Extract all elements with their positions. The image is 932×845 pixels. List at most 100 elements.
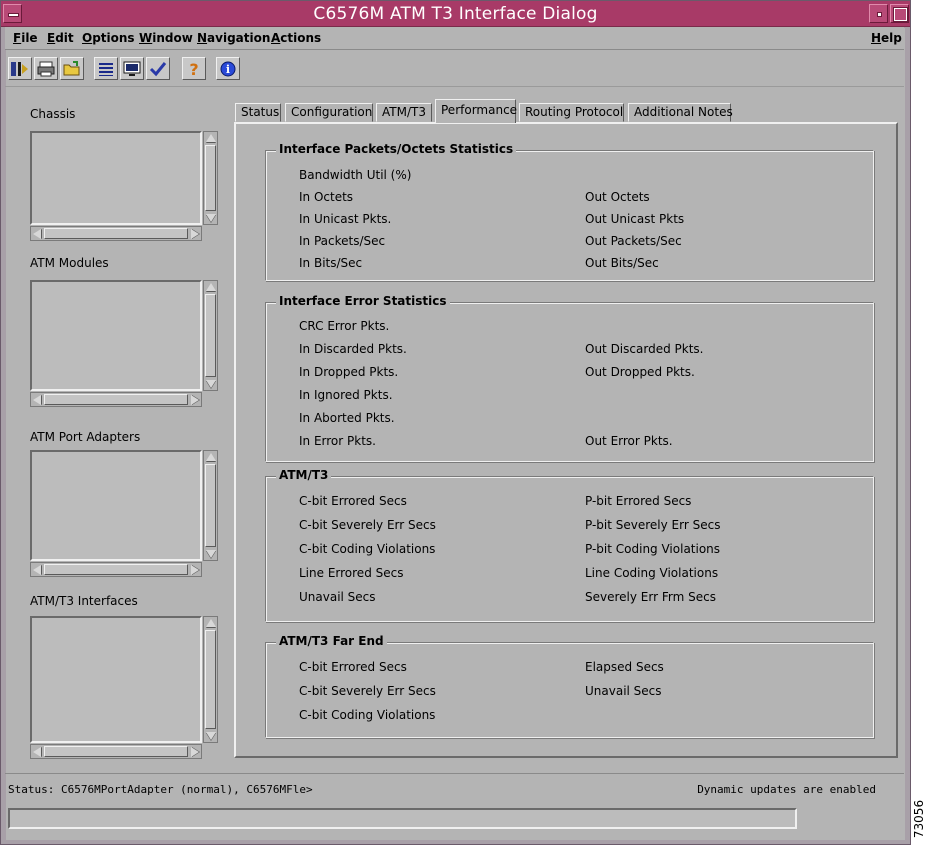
checkmark-icon[interactable] bbox=[146, 57, 170, 80]
scroll-left-icon[interactable] bbox=[33, 747, 41, 757]
svg-text:?: ? bbox=[189, 60, 198, 78]
scroll-up-icon[interactable] bbox=[206, 453, 216, 461]
stat-label: Out Dropped Pkts. bbox=[585, 365, 695, 379]
atm-port-adapters-list[interactable] bbox=[30, 450, 218, 577]
printer-icon[interactable] bbox=[34, 57, 58, 80]
dialog-content: File Edit Options Window Navigation Acti… bbox=[5, 0, 904, 845]
open-folder-icon[interactable] bbox=[60, 57, 84, 80]
stat-label: P-bit Severely Err Secs bbox=[585, 518, 721, 532]
atm-t3-group: ATM/T3 C-bit Errored Secs P-bit Errored … bbox=[265, 468, 874, 622]
atm-modules-label: ATM Modules bbox=[30, 256, 109, 270]
tab-performance[interactable]: Performance bbox=[435, 99, 517, 123]
stat-label: Line Errored Secs bbox=[299, 566, 404, 580]
stat-label: In Dropped Pkts. bbox=[299, 365, 399, 379]
scrollbar-thumb[interactable] bbox=[44, 564, 188, 575]
scroll-left-icon[interactable] bbox=[33, 229, 41, 239]
scroll-right-icon[interactable] bbox=[191, 395, 199, 405]
info-icon[interactable]: i bbox=[216, 57, 240, 80]
chassis-label: Chassis bbox=[30, 107, 76, 121]
vertical-scrollbar[interactable] bbox=[203, 616, 218, 743]
stat-label: C-bit Coding Violations bbox=[299, 708, 436, 722]
group-title: Interface Error Statistics bbox=[276, 294, 450, 308]
stat-label: In Bits/Sec bbox=[299, 256, 363, 270]
stat-label: Out Bits/Sec bbox=[585, 256, 659, 270]
stat-label: CRC Error Pkts. bbox=[299, 319, 390, 333]
scrollbar-thumb[interactable] bbox=[205, 464, 216, 547]
horizontal-scrollbar[interactable] bbox=[30, 226, 202, 241]
chassis-list-area[interactable] bbox=[30, 131, 202, 225]
atm-port-adapters-label: ATM Port Adapters bbox=[30, 430, 141, 444]
scroll-down-icon[interactable] bbox=[206, 732, 216, 740]
scrollbar-thumb[interactable] bbox=[205, 145, 216, 211]
menu-options[interactable]: Options bbox=[82, 31, 135, 45]
stat-label: Unavail Secs bbox=[585, 684, 662, 698]
vertical-scrollbar[interactable] bbox=[203, 450, 218, 561]
stat-label: Out Error Pkts. bbox=[585, 434, 673, 448]
scroll-right-icon[interactable] bbox=[191, 747, 199, 757]
menu-edit[interactable]: Edit bbox=[47, 31, 74, 45]
menu-file[interactable]: File bbox=[13, 31, 38, 45]
scrollbar-thumb[interactable] bbox=[44, 746, 188, 757]
stat-label: P-bit Errored Secs bbox=[585, 494, 692, 508]
stat-label: C-bit Severely Err Secs bbox=[299, 518, 436, 532]
atm-modules-list[interactable] bbox=[30, 280, 218, 407]
scroll-left-icon[interactable] bbox=[33, 395, 41, 405]
menu-navigation[interactable]: Navigation bbox=[197, 31, 270, 45]
scroll-left-icon[interactable] bbox=[33, 565, 41, 575]
group-title: ATM/T3 bbox=[276, 468, 332, 482]
stat-label: Severely Err Frm Secs bbox=[585, 590, 716, 604]
scrollbar-thumb[interactable] bbox=[44, 394, 188, 405]
tab-configuration[interactable]: Configuration bbox=[285, 103, 373, 122]
scroll-down-icon[interactable] bbox=[206, 550, 216, 558]
stat-label: Out Packets/Sec bbox=[585, 234, 682, 248]
menu-help[interactable]: Help bbox=[871, 31, 902, 45]
stat-label: C-bit Errored Secs bbox=[299, 660, 407, 674]
scroll-up-icon[interactable] bbox=[206, 134, 216, 142]
tab-status[interactable]: Status bbox=[235, 103, 281, 122]
help-icon[interactable]: ? bbox=[182, 57, 206, 80]
atm-t3-interfaces-list[interactable] bbox=[30, 616, 218, 759]
scroll-right-icon[interactable] bbox=[191, 565, 199, 575]
scroll-right-icon[interactable] bbox=[191, 229, 199, 239]
tab-atm-t3[interactable]: ATM/T3 bbox=[376, 103, 432, 122]
vertical-scrollbar[interactable] bbox=[203, 131, 218, 225]
menu-bar: File Edit Options Window Navigation Acti… bbox=[5, 27, 904, 50]
horizontal-scrollbar[interactable] bbox=[30, 392, 202, 407]
message-field bbox=[8, 808, 797, 829]
scrollbar-thumb[interactable] bbox=[205, 294, 216, 377]
scroll-up-icon[interactable] bbox=[206, 619, 216, 627]
menu-actions[interactable]: Actions bbox=[271, 31, 321, 45]
scroll-up-icon[interactable] bbox=[206, 283, 216, 291]
stat-label: Bandwidth Util (%) bbox=[299, 168, 412, 182]
scrollbar-thumb[interactable] bbox=[205, 630, 216, 729]
vertical-scrollbar[interactable] bbox=[203, 280, 218, 391]
stat-label: Out Octets bbox=[585, 190, 650, 204]
stat-label: In Error Pkts. bbox=[299, 434, 376, 448]
scrollbar-thumb[interactable] bbox=[44, 228, 188, 239]
group-title: Interface Packets/Octets Statistics bbox=[276, 142, 517, 156]
horizontal-scrollbar[interactable] bbox=[30, 562, 202, 577]
status-bar: Status: C6576MPortAdapter (normal), C657… bbox=[5, 773, 904, 834]
updates-status: Dynamic updates are enabled bbox=[697, 783, 876, 796]
atm-port-adapters-list-area[interactable] bbox=[30, 450, 202, 561]
horizontal-scrollbar[interactable] bbox=[30, 744, 202, 759]
list-icon[interactable] bbox=[94, 57, 118, 80]
atm-modules-list-area[interactable] bbox=[30, 280, 202, 391]
stat-label: In Octets bbox=[299, 190, 354, 204]
stat-label: C-bit Severely Err Secs bbox=[299, 684, 436, 698]
toolbar: ? i bbox=[5, 51, 904, 87]
device-icon[interactable] bbox=[8, 57, 32, 80]
tab-additional-notes[interactable]: Additional Notes bbox=[628, 103, 733, 122]
tab-routing-protocol[interactable]: Routing Protocol bbox=[519, 103, 624, 122]
scroll-down-icon[interactable] bbox=[206, 380, 216, 388]
status-text: Status: C6576MPortAdapter (normal), C657… bbox=[8, 783, 313, 796]
menu-window[interactable]: Window bbox=[139, 31, 193, 45]
atm-t3-interfaces-list-area[interactable] bbox=[30, 616, 202, 743]
performance-panel: Interface Packets/Octets Statistics Band… bbox=[234, 122, 898, 758]
monitor-icon[interactable] bbox=[120, 57, 144, 80]
stat-label: Out Discarded Pkts. bbox=[585, 342, 704, 356]
scroll-down-icon[interactable] bbox=[206, 214, 216, 222]
chassis-list[interactable] bbox=[30, 131, 218, 241]
stat-label: In Aborted Pkts. bbox=[299, 411, 395, 425]
stat-label: C-bit Errored Secs bbox=[299, 494, 407, 508]
